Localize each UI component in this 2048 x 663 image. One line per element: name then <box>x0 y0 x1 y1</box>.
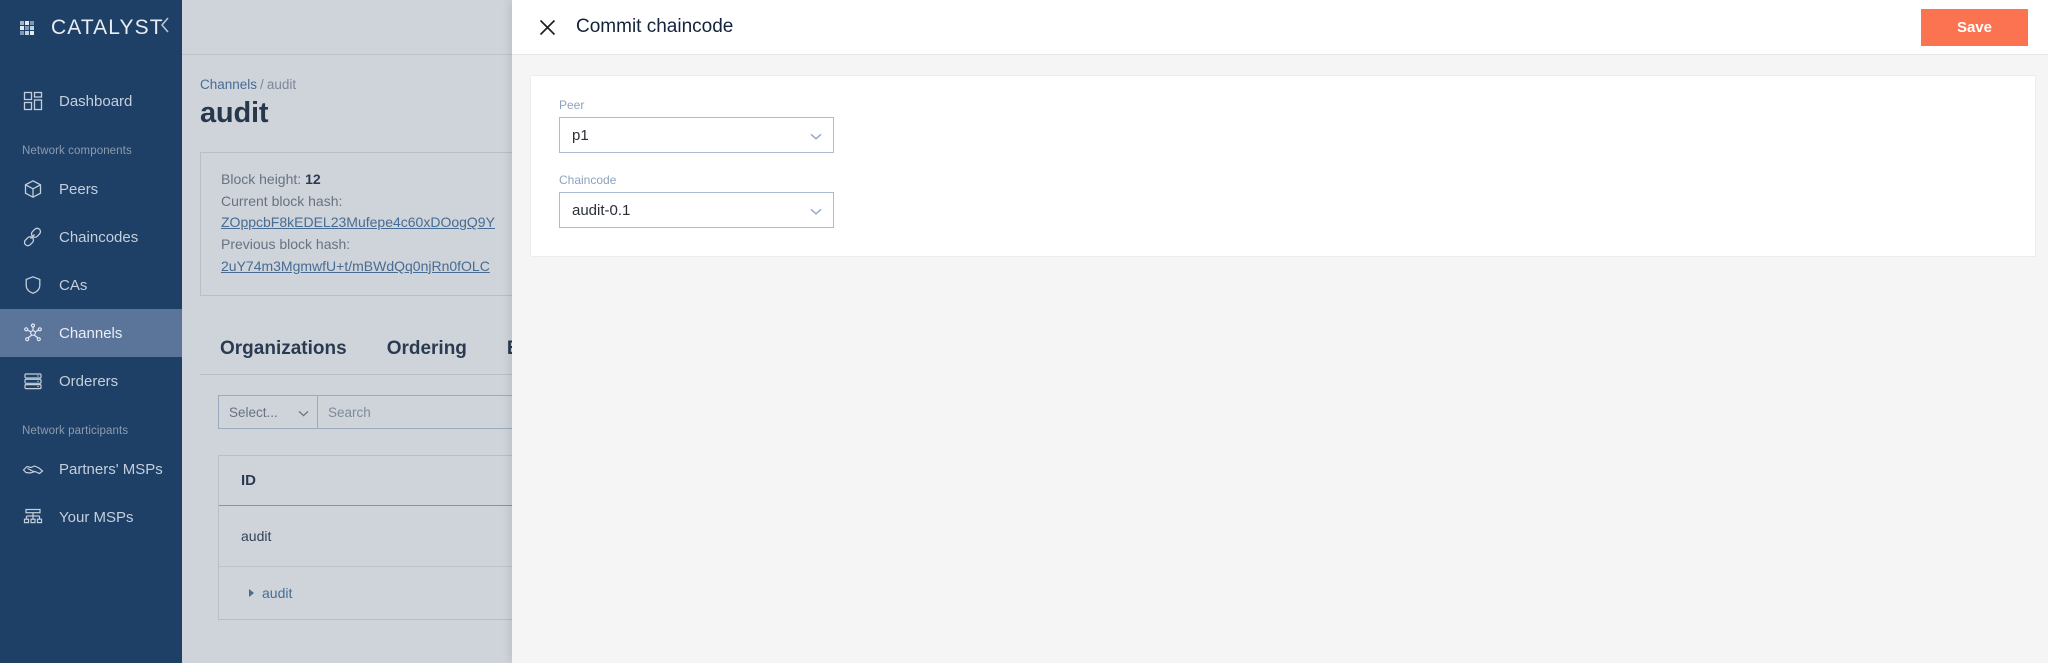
chevron-down-icon <box>298 405 309 420</box>
caret-right-icon <box>249 589 254 598</box>
commit-form-card: Peer p1 Chaincode audit-0.1 <box>530 75 2036 257</box>
block-height-label: Block height: <box>221 171 302 187</box>
chaincode-field-label: Chaincode <box>559 173 617 187</box>
handshake-icon <box>22 458 44 480</box>
chaincode-field: Chaincode audit-0.1 <box>559 173 2007 228</box>
server-stack-icon <box>22 370 44 392</box>
peer-field-label: Peer <box>559 98 585 112</box>
sidebar-item-label: Dashboard <box>59 92 133 110</box>
chaincode-select-value: audit-0.1 <box>572 201 631 219</box>
org-tree-icon <box>22 506 44 528</box>
breadcrumb-channels-link[interactable]: Channels <box>200 77 257 92</box>
breadcrumb-separator: / <box>260 77 264 92</box>
sidebar-item-label: Your MSPs <box>59 508 134 526</box>
previous-hash-label: Previous block hash: <box>221 236 351 253</box>
table-expand-label: audit <box>262 585 293 602</box>
close-icon[interactable] <box>534 14 560 40</box>
chevron-left-icon <box>160 16 171 39</box>
sidebar-item-cas[interactable]: CAs <box>0 261 182 309</box>
cube-icon <box>22 178 44 200</box>
chaincode-select[interactable]: audit-0.1 <box>559 192 834 228</box>
sidebar-item-partners-msps[interactable]: Partners' MSPs <box>0 445 182 493</box>
sidebar-section-network-components: Network components <box>22 145 132 157</box>
sidebar-item-channels[interactable]: Channels <box>0 309 182 357</box>
sidebar-item-orderers[interactable]: Orderers <box>0 357 182 405</box>
sidebar-item-label: CAs <box>59 276 88 294</box>
chevron-down-icon <box>810 202 822 219</box>
shield-icon <box>22 274 44 296</box>
modal-body: Peer p1 Chaincode audit-0.1 <box>512 55 2048 663</box>
sidebar-section-network-participants: Network participants <box>22 425 129 437</box>
filter-select[interactable]: Select... <box>218 395 318 430</box>
filter-select-value: Select... <box>229 404 278 420</box>
sidebar-item-label: Peers <box>59 180 99 198</box>
block-height-value: 12 <box>305 171 321 187</box>
sidebar-item-label: Chaincodes <box>59 228 139 246</box>
tab-organizations[interactable]: Organizations <box>220 338 347 360</box>
dashboard-icon <box>22 90 44 112</box>
search-placeholder: Search <box>328 404 371 420</box>
sidebar-item-peers[interactable]: Peers <box>0 165 182 213</box>
network-nodes-icon <box>22 322 44 344</box>
catalyst-logo-icon <box>20 19 42 37</box>
modal-header: Commit chaincode Save <box>512 0 2048 55</box>
sidebar-item-chaincodes[interactable]: Chaincodes <box>0 213 182 261</box>
sidebar-item-label: Channels <box>59 324 123 342</box>
modal-title: Commit chaincode <box>576 16 734 37</box>
peer-select[interactable]: p1 <box>559 117 834 153</box>
current-hash-label: Current block hash: <box>221 192 343 209</box>
sidebar-collapse-button[interactable] <box>152 14 178 40</box>
link-icon <box>22 226 44 248</box>
sidebar: CATALYST Dashboard Network components Pe… <box>0 0 182 663</box>
tab-ordering[interactable]: Ordering <box>387 338 467 360</box>
brand-name: CATALYST <box>51 15 164 39</box>
commit-chaincode-modal: Commit chaincode Save Peer p1 Chaincode … <box>512 0 2048 663</box>
save-button[interactable]: Save <box>1920 8 2028 46</box>
breadcrumb-current: audit <box>266 77 297 92</box>
sidebar-item-label: Partners' MSPs <box>59 460 163 478</box>
sidebar-item-your-msps[interactable]: Your MSPs <box>0 493 182 541</box>
sidebar-item-label: Orderers <box>59 372 119 390</box>
chevron-down-icon <box>810 127 822 144</box>
peer-select-value: p1 <box>572 126 589 144</box>
app-root: CATALYST Dashboard Network components Pe… <box>0 0 2048 663</box>
sidebar-item-dashboard[interactable]: Dashboard <box>0 77 182 125</box>
peer-field: Peer p1 <box>559 98 2007 153</box>
